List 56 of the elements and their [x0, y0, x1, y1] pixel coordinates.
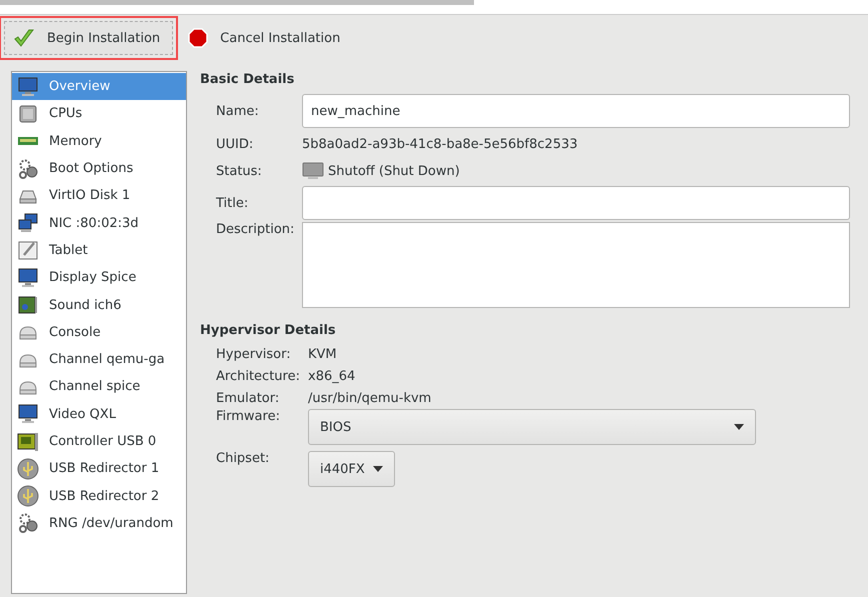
monitor-icon	[17, 76, 39, 98]
field-label: Architecture:	[216, 368, 301, 384]
sidebar-item[interactable]: Console	[12, 318, 186, 346]
section-title: Basic Details	[200, 71, 296, 89]
usb-icon	[17, 485, 39, 508]
toolbar-button[interactable]: Cancel Installation	[179, 21, 354, 55]
sidebar-item[interactable]: Channel qemu-ga	[12, 346, 186, 374]
field-value: /usr/bin/qemu-kvm	[308, 390, 432, 406]
sidebar-item[interactable]: Tablet	[12, 236, 186, 264]
status-text: Shutoff (Shut Down)	[328, 164, 460, 178]
sidebar-item[interactable]: Channel spice	[12, 373, 186, 401]
text-field[interactable]	[302, 186, 850, 220]
dropdown[interactable]: BIOS	[308, 409, 756, 445]
field-label: Status:	[216, 164, 263, 178]
sound-icon	[17, 294, 39, 316]
section-title: Hypervisor Details	[200, 322, 337, 340]
gears-icon	[17, 512, 39, 534]
text-field[interactable]: new_machine	[302, 94, 850, 128]
field-label: Name:	[216, 104, 260, 118]
sidebar-item[interactable]: Memory	[12, 128, 186, 155]
stop-icon	[188, 28, 208, 48]
sidebar-item[interactable]: USB Redirector 2	[12, 482, 186, 510]
sidebar-item[interactable]: RNG /dev/urandom	[12, 510, 186, 538]
chip-icon	[17, 102, 39, 125]
dropdown[interactable]: i440FX	[308, 451, 395, 487]
sidebar-item[interactable]: Display Spice	[12, 264, 186, 292]
field-label: Description:	[216, 222, 296, 237]
monitor-icon	[302, 162, 324, 180]
sidebar-item[interactable]: Video QXL	[12, 400, 186, 428]
sidebar-item[interactable]: Sound ich6	[12, 291, 186, 319]
network-icon	[17, 212, 39, 234]
sidebar-item[interactable]: Boot Options	[12, 154, 186, 182]
sidebar-item[interactable]: NIC :80:02:3d	[12, 209, 186, 237]
field-label: Title:	[216, 196, 250, 210]
card-icon	[17, 430, 39, 452]
field-value: x86_64	[308, 368, 356, 384]
tablet-icon	[17, 239, 39, 262]
gears-icon	[17, 158, 39, 180]
sidebar-item[interactable]: USB Redirector 1	[12, 455, 186, 482]
caret-icon	[372, 466, 383, 472]
caret-icon	[734, 424, 744, 430]
field-label: Chipset:	[216, 451, 270, 466]
sidebar-item[interactable]: CPUs	[12, 100, 186, 128]
usb-icon	[17, 458, 39, 480]
field-label: UUID:	[216, 136, 254, 152]
field-value: 5b8a0ad2-a93b-41c8-ba8e-5e56bf8c2533	[302, 136, 578, 152]
field-label: Emulator:	[216, 390, 280, 406]
sidebar-item[interactable]: Controller USB 0	[12, 428, 186, 456]
monitor-icon	[17, 266, 39, 289]
field-label: Hypervisor:	[216, 346, 292, 362]
field-value: KVM	[308, 346, 337, 362]
text-area[interactable]	[302, 222, 850, 308]
checkmark-icon	[13, 27, 35, 49]
field-label: Firmware:	[216, 409, 281, 424]
sidebar-item[interactable]: VirtIO Disk 1	[12, 182, 186, 210]
monitor-icon	[17, 403, 39, 426]
